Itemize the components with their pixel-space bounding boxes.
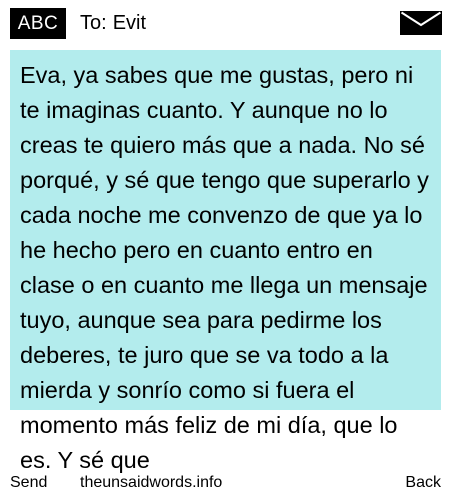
back-softkey[interactable]: Back [405,472,441,494]
input-mode-indicator[interactable]: ABC [10,8,66,39]
message-body[interactable]: Eva, ya sabes que me gustas, pero ni te … [20,58,430,478]
send-softkey[interactable]: Send [10,472,47,494]
softkey-bar: Send theunsaidwords.info Back [0,472,450,500]
site-watermark: theunsaidwords.info [80,474,223,491]
compose-header: ABC To: Evit [0,0,450,46]
envelope-icon [400,11,442,35]
recipient-field[interactable]: To: Evit [80,10,146,36]
to-label: To: [80,12,107,34]
recipient-name: Evit [112,12,147,34]
message-compose-screen: ABC To: Evit Eva, ya sabes que me gustas,… [0,0,450,500]
